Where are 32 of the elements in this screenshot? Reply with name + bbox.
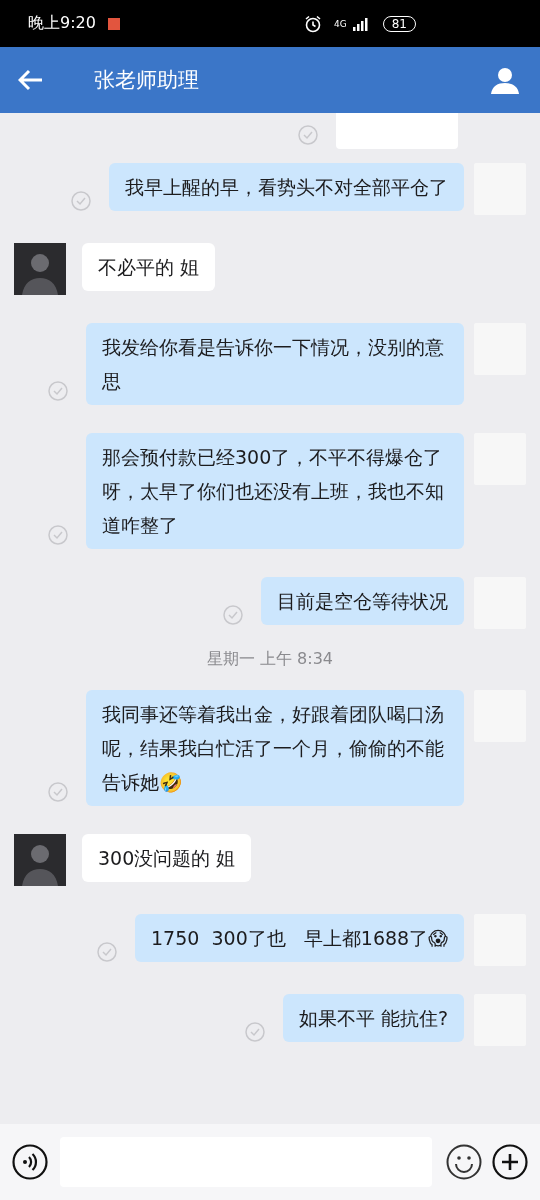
alarm-clock-icon [304, 14, 322, 33]
delivered-check-icon [71, 191, 91, 211]
delivered-check-icon [97, 942, 117, 962]
delivered-check-icon [223, 605, 243, 625]
received-message: 300没问题的 姐 [82, 834, 252, 882]
app-notification-icon [107, 17, 120, 30]
delivered-check-icon [48, 782, 68, 802]
person-icon[interactable] [490, 66, 520, 94]
sent-message: 我发给你看是告诉你一下情况，没别的意思 [86, 323, 464, 405]
sent-message: 目前是空仓等待状况 [261, 577, 464, 625]
plus-icon[interactable] [492, 1144, 528, 1180]
sent-message: 1750 300了也 早上都1688了😱 [135, 914, 464, 962]
sent-message: 那会预付款已经300了，不平不得爆仓了呀，太早了你们也还没有上班，我也不知道咋整了 [86, 433, 464, 549]
avatar-silhouette-icon[interactable] [14, 243, 66, 295]
smiley-icon[interactable] [446, 1144, 482, 1180]
avatar-silhouette-icon[interactable] [14, 834, 66, 886]
voice-icon[interactable] [12, 1144, 48, 1180]
delivered-check-icon [298, 125, 318, 145]
sent-message: 如果不平 能抗住? [282, 994, 464, 1042]
delivered-check-icon [48, 381, 68, 401]
received-message: 不必平的 姐 [82, 243, 216, 291]
delivered-check-icon [48, 525, 68, 545]
network-type: 4G [334, 18, 347, 29]
back-arrow-icon[interactable] [18, 69, 44, 91]
image-message[interactable] [336, 113, 458, 149]
sent-message: 我早上醒的早，看势头不对全部平仓了 [109, 163, 464, 211]
timestamp: 星期一 上午 8:34 [206, 649, 334, 670]
chat-title: 张老师助理 [94, 67, 199, 94]
sent-message: 我同事还等着我出金，好跟着团队喝口汤呢，结果我白忙活了一个月，偷偷的不能告诉她🤣 [86, 690, 464, 806]
signal-icon [352, 16, 371, 31]
status-time: 晚上9:20 [28, 13, 96, 34]
delivered-check-icon [244, 1022, 265, 1042]
